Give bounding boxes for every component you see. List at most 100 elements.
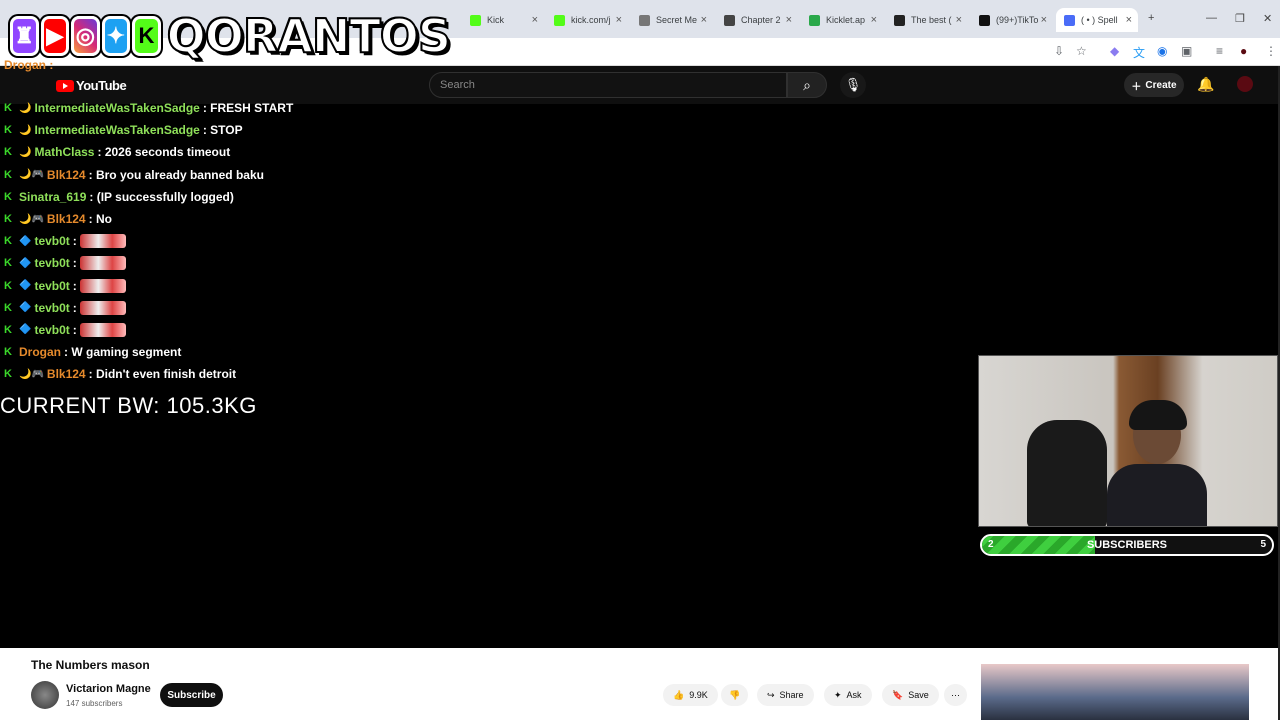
close-tab-icon[interactable]: × (1126, 14, 1132, 26)
chat-message: K 🔷 tevb0t: (4, 297, 324, 319)
instagram-icon: ◎ (71, 16, 100, 56)
sub-goal-label: SUBSCRIBERS (1086, 539, 1168, 551)
close-tab-icon[interactable]: × (786, 14, 792, 26)
like-button[interactable]: 👍 9.9K (663, 684, 718, 706)
tab-favicon-icon (894, 14, 905, 26)
chat-message: K 🌙🎮 Blk124: No (4, 208, 324, 230)
more-icon: ⋯ (951, 689, 960, 700)
close-tab-icon[interactable]: × (956, 14, 962, 26)
kick-badge-icon: K (4, 279, 12, 292)
channel-avatar[interactable] (31, 681, 59, 709)
close-tab-icon[interactable]: × (871, 14, 877, 26)
extension-icon[interactable]: ◆ (1110, 44, 1119, 58)
chat-username: MathClass (34, 145, 95, 160)
tab-favicon-icon (554, 14, 565, 26)
save-label: Save (908, 690, 929, 700)
user-badge-icon: 🌙🎮 (19, 368, 44, 380)
chat-username: IntermediateWasTakenSadge (34, 123, 200, 138)
subscriber-goal-bar: 2 SUBSCRIBERS 5 (980, 534, 1274, 556)
tab-label: Chapter 2 (741, 15, 781, 25)
channel-subscriber-count: 147 subscribers (66, 699, 123, 708)
bell-icon[interactable]: 🔔 (1197, 76, 1214, 93)
audio-icon[interactable]: ◉ (1157, 44, 1167, 58)
kick-badge-icon: K (4, 146, 12, 159)
chat-message: K 🌙🎮 Blk124: Bro you already banned baku (4, 164, 324, 186)
chat-text: : W gaming segment (64, 345, 182, 360)
minimize-button[interactable]: — (1206, 12, 1217, 24)
dislike-button[interactable]: 👎 (721, 684, 749, 706)
close-tab-icon[interactable]: × (701, 14, 707, 26)
chat-text: : (72, 322, 77, 337)
tab-favicon-icon (724, 14, 735, 26)
browser-tab[interactable]: (99+)TikTo × (971, 8, 1053, 32)
chat-text: : 2026 seconds timeout (97, 145, 231, 160)
gaming-chair (1027, 420, 1107, 526)
channel-name[interactable]: Victarion Magne (66, 683, 151, 695)
browser-tab[interactable]: Chapter 2 × (716, 8, 798, 32)
avatar[interactable] (1237, 76, 1253, 92)
tab-label: Secret Me (656, 15, 698, 25)
chat-message: K 🌙 IntermediateWasTakenSadge: STOP (4, 119, 324, 141)
profile-icon[interactable]: ● (1240, 44, 1247, 58)
close-tab-icon[interactable]: × (616, 14, 622, 26)
chat-text: : (72, 300, 77, 315)
kick-badge-icon: K (4, 168, 12, 181)
recommended-video-thumbnail[interactable] (981, 664, 1249, 720)
tab-favicon-icon (979, 14, 990, 26)
video-info-panel: The Numbers mason Victarion Magne 147 su… (0, 648, 1278, 720)
user-badge-icon: 🌙 (19, 124, 32, 136)
browser-tab[interactable]: Kick × (462, 8, 544, 32)
chat-text: : (IP successfully logged) (89, 189, 234, 204)
search-input[interactable]: Search (429, 72, 787, 98)
extensions-puzzle-icon[interactable]: ▣ (1181, 44, 1192, 58)
voice-search-button[interactable]: 🎙 (840, 72, 866, 98)
chat-message: K 🌙 IntermediateWasTakenSadge: FRESH START (4, 97, 324, 119)
user-badge-icon: 🔷 (19, 235, 32, 247)
ask-button[interactable]: ✦ Ask (824, 684, 872, 706)
create-label: Create (1145, 79, 1177, 91)
kick-badge-icon: K (4, 301, 12, 314)
chat-username: Blk124 (46, 367, 86, 382)
kick-badge-icon: K (4, 190, 12, 203)
browser-tab[interactable]: kick.com/j × (546, 8, 628, 32)
new-tab-button[interactable]: + (1148, 12, 1154, 24)
install-icon[interactable]: ⇩ (1054, 44, 1064, 58)
kick-badge-icon: K (4, 346, 12, 359)
share-label: Share (779, 690, 804, 700)
browser-tab[interactable]: Kicklet.ap × (801, 8, 883, 32)
translate-icon[interactable]: 文 (1133, 44, 1145, 61)
browser-tab[interactable]: The best (× (886, 8, 968, 32)
sparkle-icon: ✦ (834, 689, 842, 700)
tab-favicon-icon (639, 14, 650, 26)
user-badge-icon: 🔷 (19, 257, 32, 269)
chat-message: K Sinatra_619: (IP successfully logged) (4, 186, 324, 208)
close-tab-icon[interactable]: × (532, 14, 538, 26)
save-button[interactable]: 🔖 Save (882, 684, 939, 706)
browser-tab[interactable]: ( • ) Spell × (1056, 8, 1138, 32)
browser-tab[interactable]: Secret Me × (631, 8, 713, 32)
share-button[interactable]: ↪ Share (757, 684, 814, 706)
menu-icon[interactable]: ⋮ (1265, 44, 1277, 58)
kick-badge-icon: K (4, 368, 12, 381)
user-badge-icon: 🔷 (19, 280, 32, 292)
bookmark-star-icon[interactable]: ☆ (1076, 44, 1087, 58)
youtube-logo-text: YouTube (76, 78, 127, 93)
user-badge-icon: 🌙🎮 (19, 169, 44, 181)
video-title: The Numbers mason (31, 658, 150, 672)
create-button[interactable]: ＋ Create (1124, 73, 1184, 97)
kick-badge-icon: K (4, 102, 12, 115)
user-badge-icon: 🔷 (19, 324, 32, 336)
close-tab-icon[interactable]: × (1041, 14, 1047, 26)
chat-text: : STOP (202, 123, 243, 138)
media-controls-icon[interactable]: ≡ (1216, 44, 1223, 58)
subscribe-button[interactable]: Subscribe (160, 683, 223, 707)
youtube-logo[interactable]: YouTube (56, 78, 127, 93)
more-actions-button[interactable]: ⋯ (944, 684, 967, 706)
chat-message: K 🔷 tevb0t: (4, 319, 324, 341)
restore-button[interactable]: ❐ (1235, 12, 1245, 25)
mic-icon: 🎙 (844, 77, 862, 92)
close-window-button[interactable]: ✕ (1263, 12, 1272, 25)
tab-label: Kick (487, 15, 505, 25)
search-placeholder: Search (440, 79, 475, 91)
search-button[interactable]: ⌕ (787, 72, 827, 98)
